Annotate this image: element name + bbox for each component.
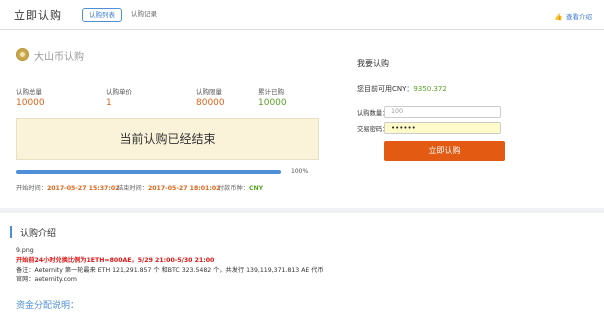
tab-subscription-records[interactable]: 认购记录 <box>125 8 163 22</box>
quantity-input[interactable]: 100 <box>384 106 501 118</box>
password-input[interactable]: •••••• <box>384 122 501 134</box>
thumbs-up-icon: 👍 <box>554 13 563 21</box>
view-intro-link[interactable]: 👍 查看介绍 <box>555 11 592 21</box>
progress-bar <box>16 170 281 174</box>
section-marker <box>10 226 12 238</box>
start-time-label: 开始时间： <box>16 185 47 192</box>
intro-image-name: 9.png <box>16 247 34 254</box>
start-time-value: 2017-05-27 15:37:02 <box>46 185 120 192</box>
progress-fill <box>16 170 281 174</box>
available-balance: 您目前可用CNY：9350.372 <box>357 84 447 94</box>
fund-allocation-title: 资金分配说明： <box>16 301 80 311</box>
page-title: 立即认购 <box>14 9 62 22</box>
coin-title: 大山币认购 <box>34 52 84 63</box>
intro-card <box>0 213 604 315</box>
progress-percent: 100% <box>291 168 309 175</box>
stat-label-purchased: 累计已购 <box>258 88 284 96</box>
stat-label-price: 认购单价 <box>106 88 132 96</box>
end-time: 结束时间：2017-05-27 18:01:02 <box>117 183 220 192</box>
available-value: 9350.372 <box>413 85 447 93</box>
available-label: 您目前可用CNY： <box>357 85 414 93</box>
stat-label-total: 认购总量 <box>16 88 42 96</box>
intro-website: 官网：aeternity.com <box>16 276 77 283</box>
end-time-label: 结束时间： <box>117 185 148 192</box>
status-banner: 当前认购已经结束 <box>16 118 319 160</box>
end-time-value: 2017-05-27 18:01:02 <box>147 185 221 192</box>
stat-value-total: 10000 <box>16 98 45 108</box>
stat-label-limit: 认购限量 <box>196 88 222 96</box>
start-time: 开始时间：2017-05-27 15:37:02 <box>16 183 119 192</box>
tab-subscription-list[interactable]: 认购列表 <box>82 8 122 22</box>
payment-currency: 付款币种：CNY <box>218 183 263 192</box>
intro-exchange-rate: 开始前24小时兑换比例为1ETH=800AE，5/29 21:00-5/30 2… <box>16 257 215 264</box>
currency-label: 付款币种： <box>218 185 249 192</box>
subscribe-button[interactable]: 立即认购 <box>384 141 505 161</box>
currency-value: CNY <box>248 185 264 192</box>
stat-value-purchased: 10000 <box>258 98 287 108</box>
intro-note: 备注：Aeternity 第一轮最来 ETH 121,291.857 个 和BT… <box>16 267 324 274</box>
intro-title: 认购介绍 <box>20 229 57 239</box>
top-bar: 立即认购 认购列表 认购记录 👍 查看介绍 <box>0 0 604 30</box>
view-intro-label: 查看介绍 <box>566 13 592 21</box>
stat-value-limit: 80000 <box>196 98 225 108</box>
coin-icon <box>16 48 29 61</box>
stat-value-price: 1 <box>106 98 112 108</box>
purchase-title: 我要认购 <box>357 59 389 68</box>
